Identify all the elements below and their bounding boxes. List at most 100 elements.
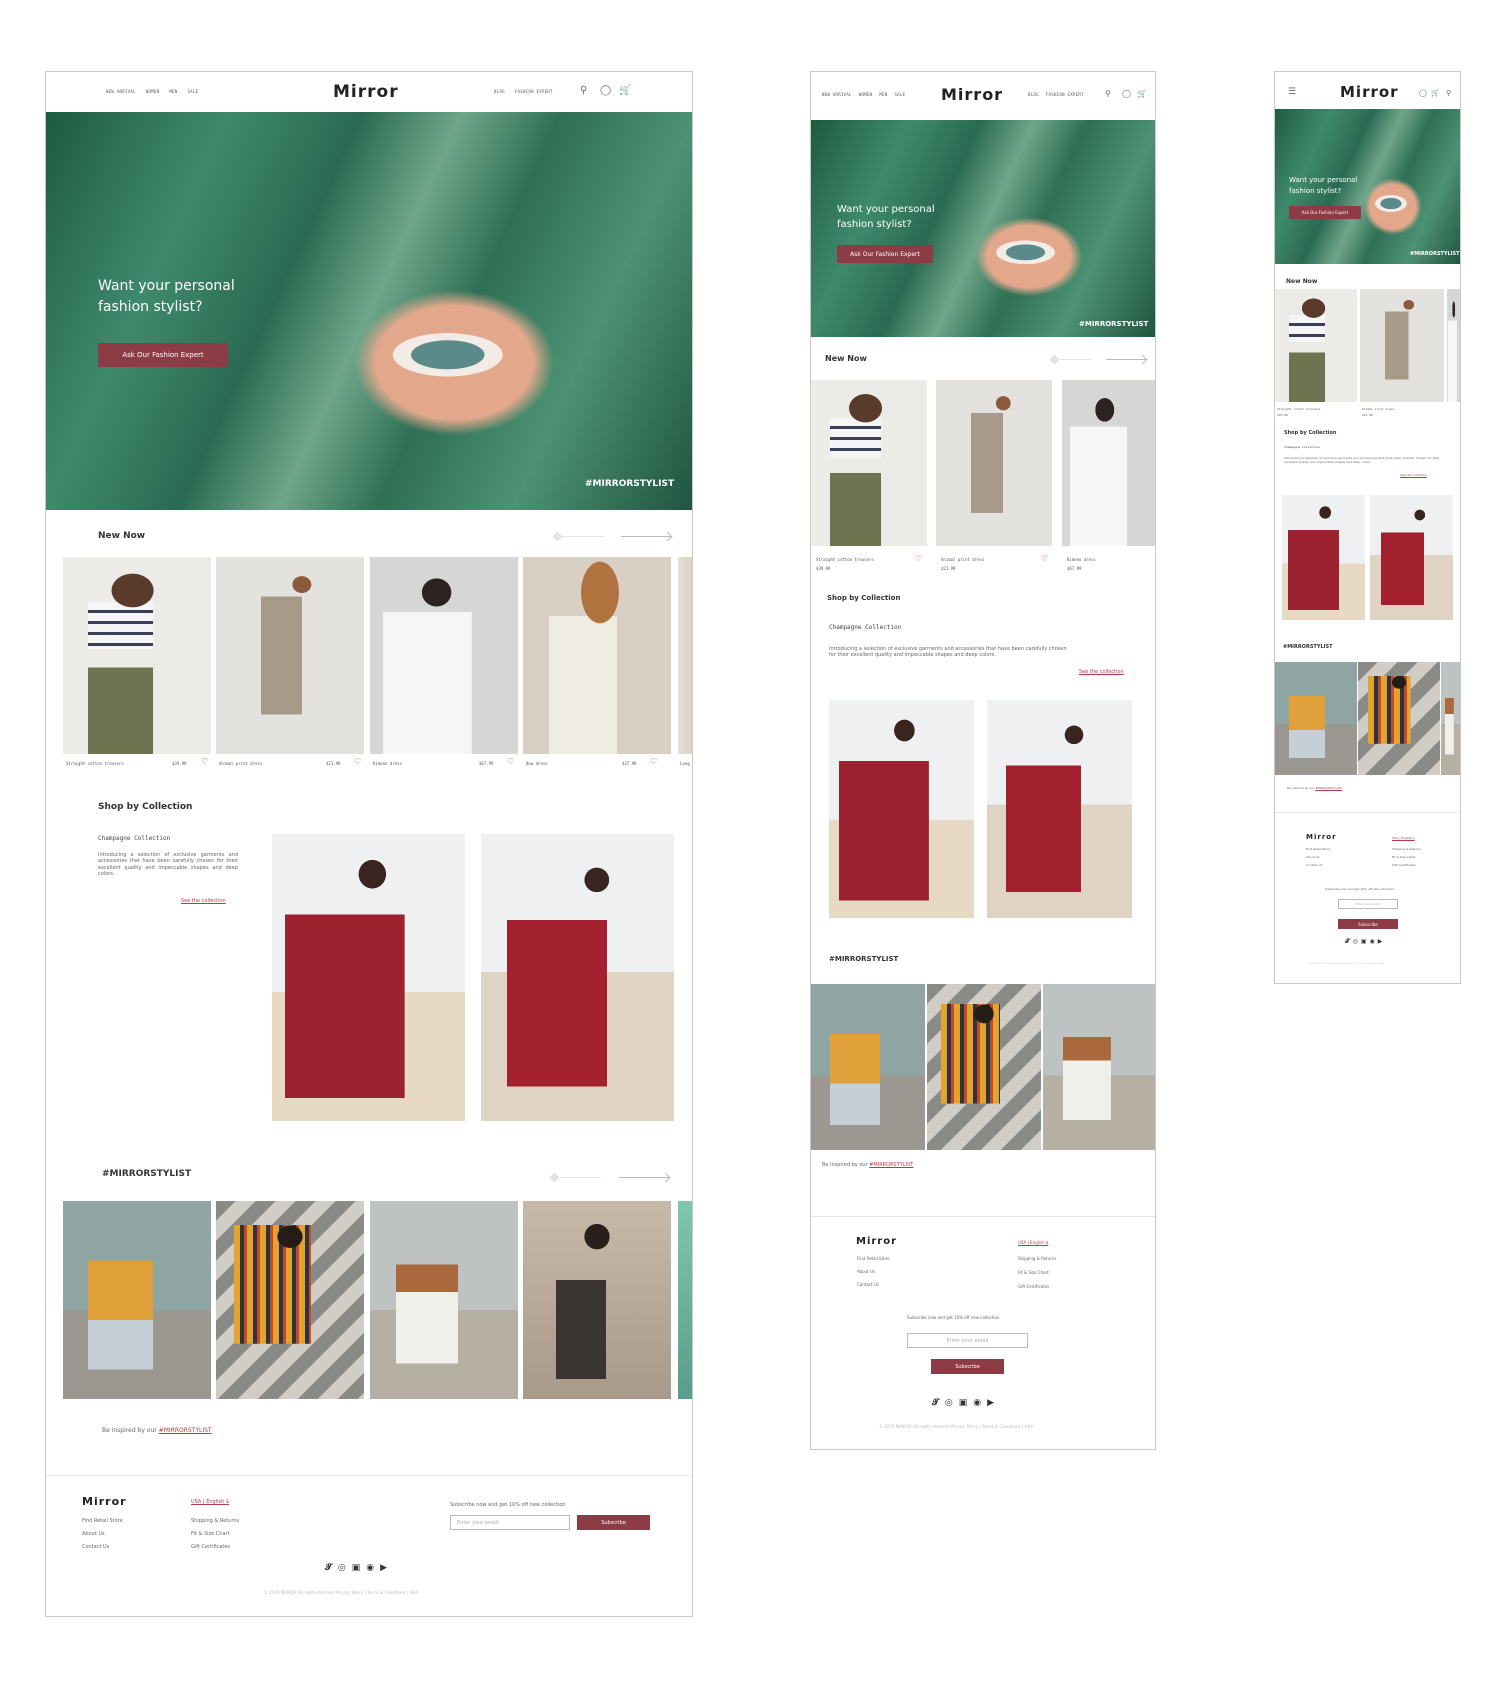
nav-women[interactable]: WOMEN	[859, 92, 873, 97]
pinterest-icon[interactable]: ◉	[973, 1398, 981, 1408]
be-inspired-link[interactable]: #MIRRORSTYLIST	[869, 1162, 913, 1168]
footer-link-gift[interactable]: Gift Certificates	[1392, 863, 1415, 867]
instagram-icon[interactable]: ◎	[1353, 938, 1358, 946]
collection-image[interactable]	[987, 700, 1132, 918]
product-image[interactable]	[936, 380, 1052, 546]
email-input[interactable]: Enter your email	[450, 1515, 570, 1530]
product-name[interactable]: Long	[680, 761, 690, 766]
nav-blog[interactable]: BLOG	[1028, 92, 1039, 97]
be-inspired-link[interactable]: #MIRRORSTYLIST	[159, 1427, 212, 1434]
footer-link-contact[interactable]: Contact Us	[857, 1282, 879, 1287]
see-collection-link[interactable]: See the collection	[181, 898, 226, 904]
stylist-photo[interactable]	[370, 1201, 518, 1399]
site-logo[interactable]: Mirror	[941, 85, 1003, 104]
wishlist-heart-icon[interactable]: ♡	[650, 758, 657, 766]
stylist-next-arrow[interactable]	[619, 1177, 669, 1178]
stylist-prev-arrow[interactable]	[551, 1177, 601, 1178]
stylist-photo[interactable]	[63, 1201, 211, 1399]
wishlist-heart-icon[interactable]: ♡	[354, 758, 361, 766]
see-collection-link[interactable]: See the collection	[1079, 669, 1124, 675]
carousel-prev-arrow[interactable]	[1051, 359, 1091, 360]
user-icon[interactable]: ◯	[1419, 90, 1427, 97]
footer-logo[interactable]: Mirror	[82, 1495, 127, 1508]
footer-link-shipping[interactable]: Shipping & Returns	[191, 1518, 239, 1524]
footer-link-gift[interactable]: Gift Certificates	[1018, 1284, 1049, 1289]
product-name[interactable]: Straight cotton trousers	[66, 761, 124, 766]
footer-link-about[interactable]: About Us	[82, 1531, 105, 1537]
carousel-prev-arrow[interactable]	[554, 536, 604, 537]
footer-link-contact[interactable]: Contact Us	[1306, 863, 1322, 867]
nav-new-arrival[interactable]: NEW ARRIVAL	[106, 89, 136, 94]
footer-link-contact[interactable]: Contact Us	[82, 1544, 109, 1550]
product-image[interactable]	[216, 557, 364, 754]
footer-link-fit[interactable]: Fit & Size Chart	[1018, 1270, 1049, 1275]
footer-link-fit[interactable]: Fit & Size Chart	[191, 1531, 230, 1537]
nav-fashion-expert[interactable]: FASHION EXPERT	[1046, 92, 1084, 97]
nav-women[interactable]: WOMEN	[146, 89, 160, 94]
facebook-icon[interactable]: ▣	[959, 1398, 968, 1408]
footer-link-shipping[interactable]: Shipping & Returns	[1392, 847, 1421, 851]
footer-locale[interactable]: USA | English $	[1018, 1240, 1048, 1245]
footer-link-about[interactable]: About Us	[857, 1269, 875, 1274]
pinterest-icon[interactable]: ◉	[1370, 938, 1375, 946]
product-image[interactable]	[523, 557, 671, 754]
carousel-next-arrow[interactable]	[1106, 359, 1146, 360]
user-icon[interactable]: ◯	[1122, 90, 1131, 98]
twitter-icon[interactable]: 𝓣	[932, 1398, 939, 1408]
nav-sale[interactable]: SALE	[894, 92, 905, 97]
product-image[interactable]	[811, 380, 927, 546]
stylist-photo[interactable]	[1358, 662, 1440, 775]
site-logo[interactable]: Mirror	[333, 82, 399, 102]
product-name[interactable]: Kimono dress	[1067, 557, 1096, 562]
carousel-next-arrow[interactable]	[621, 536, 671, 537]
product-image[interactable]	[1275, 289, 1357, 402]
product-image[interactable]	[1062, 380, 1155, 546]
youtube-icon[interactable]: ▶	[380, 1563, 387, 1573]
search-icon[interactable]: ⚲	[1105, 90, 1111, 98]
stylist-photo[interactable]	[678, 1201, 692, 1399]
footer-locale[interactable]: USA | English $	[191, 1499, 229, 1505]
collection-image[interactable]	[1282, 495, 1365, 620]
stylist-photo[interactable]	[1441, 662, 1460, 775]
nav-sale[interactable]: SALE	[187, 89, 198, 94]
wishlist-heart-icon[interactable]: ♡	[201, 758, 208, 766]
search-icon[interactable]: ⚲	[580, 86, 587, 96]
see-collection-link[interactable]: See the collection	[1400, 473, 1427, 477]
menu-icon[interactable]: ☰	[1288, 88, 1296, 97]
wishlist-heart-icon[interactable]: ♡	[915, 555, 922, 563]
footer-link-about[interactable]: About Us	[1306, 855, 1320, 859]
product-image[interactable]	[678, 557, 692, 754]
stylist-photo[interactable]	[523, 1201, 671, 1399]
email-input[interactable]: Enter your email	[907, 1333, 1028, 1348]
email-input[interactable]: Enter your email	[1338, 899, 1398, 909]
product-name[interactable]: Kimono dress	[373, 761, 402, 766]
nav-men[interactable]: MEN	[169, 89, 177, 94]
footer-link-gift[interactable]: Gift Certificates	[191, 1544, 230, 1550]
stylist-photo[interactable]	[927, 984, 1041, 1150]
search-icon[interactable]: ⚲	[1446, 90, 1451, 97]
cart-icon[interactable]: 🛒	[1431, 90, 1440, 97]
instagram-icon[interactable]: ◎	[945, 1398, 953, 1408]
product-image[interactable]	[1360, 289, 1444, 402]
instagram-icon[interactable]: ◎	[338, 1563, 346, 1573]
cart-icon[interactable]: 🛒	[619, 86, 631, 96]
facebook-icon[interactable]: ▣	[352, 1563, 361, 1573]
collection-image[interactable]	[272, 834, 465, 1121]
stylist-photo[interactable]	[1275, 662, 1357, 775]
be-inspired-link[interactable]: #MIRRORSTYLIST	[1315, 786, 1341, 790]
footer-logo[interactable]: Mirror	[1306, 833, 1337, 841]
nav-blog[interactable]: BLOG	[494, 89, 505, 94]
wishlist-heart-icon[interactable]: ♡	[507, 758, 514, 766]
product-name[interactable]: Straight cotton trousers	[1277, 407, 1320, 411]
youtube-icon[interactable]: ▶	[987, 1398, 994, 1408]
site-logo[interactable]: Mirror	[1340, 83, 1399, 101]
subscribe-button[interactable]: Subscribe	[931, 1359, 1004, 1374]
nav-men[interactable]: MEN	[879, 92, 887, 97]
product-name[interactable]: Animal print dress	[941, 557, 984, 562]
collection-image[interactable]	[481, 834, 674, 1121]
youtube-icon[interactable]: ▶	[1378, 938, 1383, 946]
collection-image[interactable]	[829, 700, 974, 918]
user-icon[interactable]: ◯	[600, 86, 611, 96]
cart-icon[interactable]: 🛒	[1137, 90, 1147, 98]
product-name[interactable]: Animal print dress	[219, 761, 262, 766]
